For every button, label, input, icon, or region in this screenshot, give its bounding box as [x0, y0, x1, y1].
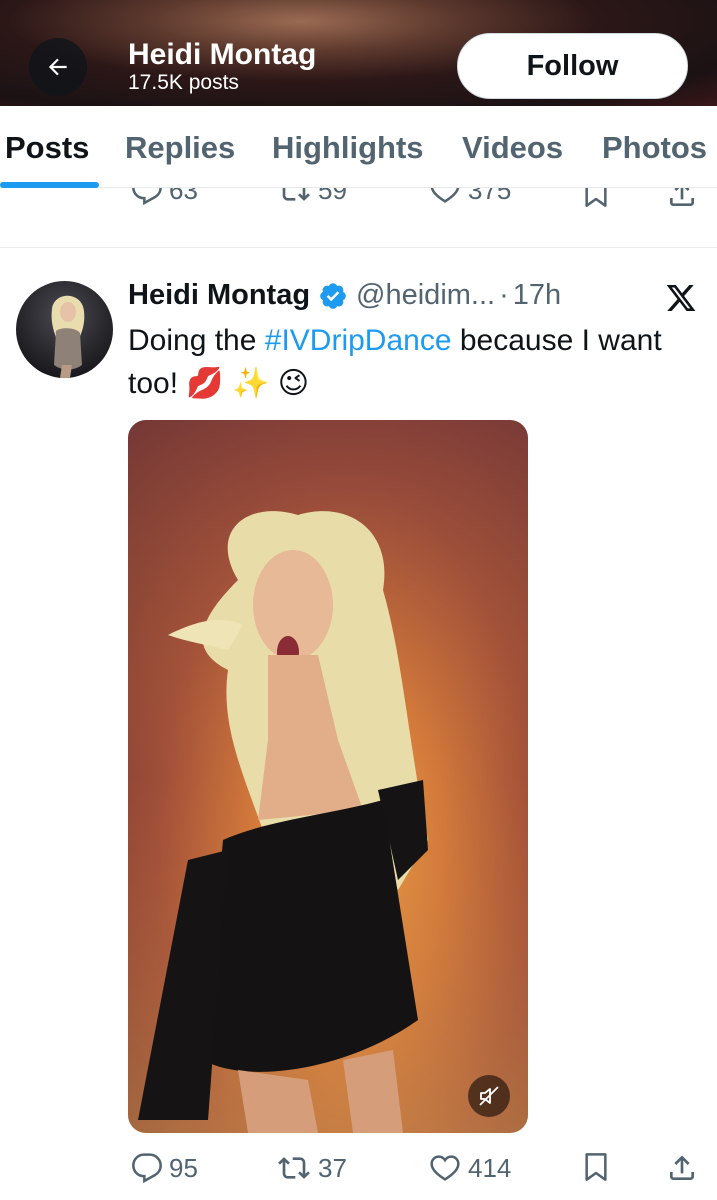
tab-replies[interactable]: Replies	[125, 130, 235, 166]
tab-highlights[interactable]: Highlights	[272, 130, 424, 166]
repost-icon	[282, 188, 310, 201]
tab-posts[interactable]: Posts	[5, 130, 89, 166]
avatar[interactable]	[16, 281, 113, 378]
bookmark-icon	[585, 188, 607, 207]
video-frame	[128, 420, 528, 1133]
post-actions: 95 37 414	[0, 1148, 717, 1192]
author-name[interactable]: Heidi Montag	[128, 279, 310, 312]
post-video[interactable]	[128, 420, 528, 1133]
mute-toggle-button[interactable]	[468, 1075, 510, 1117]
author-handle[interactable]: @heidim...	[356, 279, 495, 312]
like-count: 414	[468, 1152, 512, 1183]
previous-like-count: 375	[468, 188, 512, 205]
post-divider	[0, 247, 717, 248]
reply-count: 95	[169, 1152, 198, 1183]
reply-icon	[132, 1153, 162, 1184]
profile-tabs: Posts Replies Highlights Videos Photos	[0, 106, 717, 188]
header-post-count: 17.5K posts	[128, 71, 239, 94]
profile-header: Heidi Montag 17.5K posts Follow	[0, 0, 717, 106]
back-button[interactable]	[29, 38, 87, 96]
repost-icon	[278, 1157, 310, 1179]
reply-icon	[132, 188, 162, 206]
previous-repost-button[interactable]: 59	[276, 188, 347, 206]
post-time[interactable]: 17h	[513, 279, 561, 312]
previous-post-actions: 63 59 375	[0, 188, 717, 218]
back-arrow-icon	[48, 58, 67, 76]
repost-button[interactable]: 37	[276, 1152, 347, 1184]
like-icon	[430, 1155, 460, 1181]
previous-share-button[interactable]	[666, 188, 698, 210]
reply-button[interactable]: 95	[131, 1152, 198, 1184]
header-profile-name: Heidi Montag	[128, 38, 317, 71]
verified-badge-icon	[320, 282, 346, 309]
tab-photos[interactable]: Photos	[602, 130, 707, 166]
previous-reply-count: 63	[169, 188, 198, 205]
avatar-photo	[51, 295, 85, 378]
bookmark-button[interactable]	[580, 1150, 612, 1184]
like-button[interactable]: 414	[428, 1152, 511, 1184]
mute-icon	[479, 1086, 499, 1106]
hashtag-link[interactable]: #IVDripDance	[265, 324, 452, 357]
meta-separator: ·	[499, 279, 509, 311]
like-icon	[430, 188, 460, 203]
share-icon	[670, 1155, 694, 1180]
bookmark-icon	[585, 1153, 607, 1181]
tab-videos[interactable]: Videos	[462, 130, 563, 166]
x-logo-icon	[664, 282, 698, 319]
post-text: Doing the #IVDripDance because I want to…	[128, 319, 688, 405]
share-icon	[670, 188, 694, 206]
post-text-before: Doing the	[128, 324, 265, 357]
share-button[interactable]	[666, 1152, 698, 1184]
repost-count: 37	[318, 1152, 347, 1183]
post-header: Heidi Montag @heidim... · 17h	[128, 279, 561, 312]
previous-bookmark-button[interactable]	[580, 188, 612, 210]
previous-repost-count: 59	[318, 188, 347, 205]
follow-button[interactable]: Follow	[457, 33, 688, 99]
previous-reply-button[interactable]: 63	[131, 188, 198, 206]
previous-like-button[interactable]: 375	[428, 188, 511, 206]
